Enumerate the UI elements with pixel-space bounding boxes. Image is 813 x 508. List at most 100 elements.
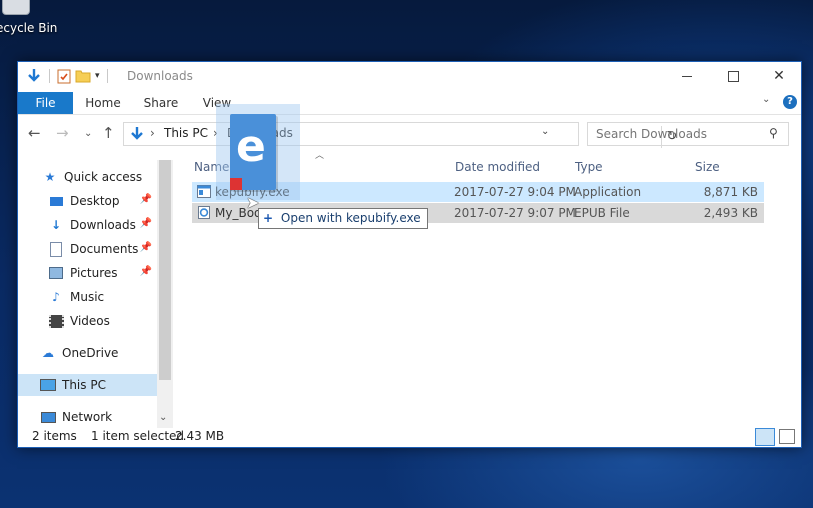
download-arrow-icon: ↓ <box>50 218 62 232</box>
sidebar-item-label: Quick access <box>64 170 143 184</box>
navigation-pane: ★ Quick access Desktop 📌 ↓ Downloads 📌 D… <box>18 160 173 428</box>
file-type: Application <box>574 185 642 199</box>
sidebar-item-label: Downloads <box>70 218 136 232</box>
pin-icon: 📌 <box>139 218 152 229</box>
sidebar-item-label: Pictures <box>70 266 118 280</box>
epub-book-icon: e <box>230 114 276 190</box>
sidebar-item-label: This PC <box>62 378 106 392</box>
pin-icon: 📌 <box>139 194 152 205</box>
minimize-button[interactable] <box>664 62 710 90</box>
star-icon: ★ <box>44 170 56 184</box>
large-icons-view-icon[interactable] <box>779 429 795 444</box>
window-title: Downloads <box>127 69 193 83</box>
sidebar-item-label: Videos <box>70 314 110 328</box>
tab-home[interactable]: Home <box>78 92 128 114</box>
music-note-icon: ♪ <box>52 290 60 304</box>
explorer-window: ▾ Downloads ✕ File Home Share View ⌄ ? ←… <box>17 61 802 448</box>
properties-icon[interactable] <box>57 68 71 84</box>
sidebar-item-quick-access[interactable]: ★ Quick access <box>42 166 156 188</box>
maximize-button[interactable] <box>710 62 756 90</box>
sidebar-item-music[interactable]: ♪ Music <box>48 286 156 308</box>
film-icon <box>48 313 64 329</box>
recycle-bin[interactable]: ecycle Bin <box>0 0 66 35</box>
sidebar-item-label: Documents <box>70 242 139 256</box>
cloud-icon: ☁ <box>42 346 54 360</box>
download-arrow-icon <box>28 69 40 82</box>
chevron-right-icon[interactable]: › <box>150 126 155 140</box>
address-dropdown-icon[interactable]: ⌄ <box>541 126 549 137</box>
download-arrow-icon <box>131 127 143 140</box>
breadcrumb-this-pc[interactable]: This PC <box>164 126 208 140</box>
ribbon-tabs: File Home Share View ⌄ ? <box>18 92 801 115</box>
forward-button[interactable]: → <box>56 124 69 142</box>
sidebar-item-network[interactable]: Network <box>40 406 156 428</box>
maximize-icon <box>727 70 739 82</box>
file-size: 2,493 KB <box>703 206 758 220</box>
computer-icon <box>40 377 56 393</box>
selection-count: 1 item selected <box>91 429 185 443</box>
sidebar-item-desktop[interactable]: Desktop 📌 <box>48 190 156 212</box>
minimize-icon <box>682 75 692 77</box>
picture-icon <box>48 265 64 281</box>
application-icon <box>197 185 211 198</box>
sidebar-item-onedrive[interactable]: ☁ OneDrive <box>40 342 156 364</box>
column-header-type[interactable]: Type <box>575 160 603 178</box>
search-box[interactable]: ⚲ <box>587 122 789 146</box>
plus-icon: + <box>263 211 274 225</box>
navigation-bar: ← → ⌄ ↑ › This PC › Downloads ⌄ ↻ ⚲ <box>18 119 801 149</box>
bookmark-icon <box>230 178 242 190</box>
document-icon <box>48 241 64 257</box>
recycle-bin-label: ecycle Bin <box>0 21 58 35</box>
title-bar: ▾ Downloads ✕ <box>18 62 801 92</box>
customize-toolbar-icon[interactable]: ▾ <box>95 71 100 81</box>
file-date: 2017-07-27 9:04 PM <box>454 185 576 199</box>
sidebar-item-pictures[interactable]: Pictures 📌 <box>48 262 156 284</box>
epub-file-icon <box>198 206 210 219</box>
drop-tooltip-text: Open with kepubify.exe <box>280 211 421 225</box>
network-icon <box>40 409 56 425</box>
new-folder-icon[interactable] <box>75 68 91 84</box>
file-size: 8,871 KB <box>703 185 758 199</box>
address-bar[interactable]: › This PC › Downloads ⌄ ↻ <box>123 122 677 148</box>
column-header-date[interactable]: Date modified <box>455 160 540 178</box>
sort-ascending-icon: ︿ <box>315 151 325 161</box>
quick-access-toolbar: ▾ <box>26 68 111 84</box>
file-list: ︿ Name Date modified Type Size kepubify.… <box>190 151 785 428</box>
search-input[interactable] <box>594 126 768 142</box>
scrollbar-thumb[interactable] <box>159 160 171 380</box>
status-bar: 2 items 1 item selected 2.43 MB <box>18 426 801 446</box>
close-icon: ✕ <box>773 68 785 84</box>
recent-locations-button[interactable]: ⌄ <box>84 128 92 139</box>
sidebar-item-documents[interactable]: Documents 📌 <box>48 238 156 260</box>
close-button[interactable]: ✕ <box>756 62 802 90</box>
sidebar-item-downloads[interactable]: ↓ Downloads 📌 <box>48 214 156 236</box>
sidebar-item-label: Music <box>70 290 105 304</box>
sidebar-item-videos[interactable]: Videos <box>48 310 156 332</box>
selection-size: 2.43 MB <box>175 429 225 443</box>
toolbar-separator <box>49 69 50 83</box>
item-count: 2 items <box>32 429 77 443</box>
desktop-icon <box>48 193 64 209</box>
sidebar-item-this-pc[interactable]: This PC <box>18 374 157 396</box>
search-icon: ⚲ <box>769 126 778 140</box>
file-date: 2017-07-27 9:07 PM <box>454 206 576 220</box>
book-letter: e <box>236 121 266 172</box>
tab-share[interactable]: Share <box>136 92 186 114</box>
column-header-size[interactable]: Size <box>695 160 720 178</box>
sidebar-item-label: Desktop <box>70 194 120 208</box>
recycle-bin-icon <box>2 0 30 15</box>
pin-icon: 📌 <box>139 242 152 253</box>
pin-icon: 📌 <box>139 266 152 277</box>
tab-file[interactable]: File <box>18 92 73 114</box>
sidebar-item-label: OneDrive <box>62 346 119 360</box>
expand-ribbon-icon[interactable]: ⌄ <box>762 94 770 105</box>
toolbar-separator <box>106 69 108 83</box>
up-button[interactable]: ↑ <box>102 124 115 142</box>
file-type: EPUB File <box>574 206 630 220</box>
scroll-down-icon[interactable]: ⌄ <box>159 412 167 423</box>
sidebar-scrollbar[interactable]: ⌄ <box>157 160 173 428</box>
help-icon[interactable]: ? <box>783 95 797 109</box>
details-view-icon[interactable] <box>755 428 775 446</box>
sidebar-item-label: Network <box>62 410 113 424</box>
back-button[interactable]: ← <box>28 124 41 142</box>
